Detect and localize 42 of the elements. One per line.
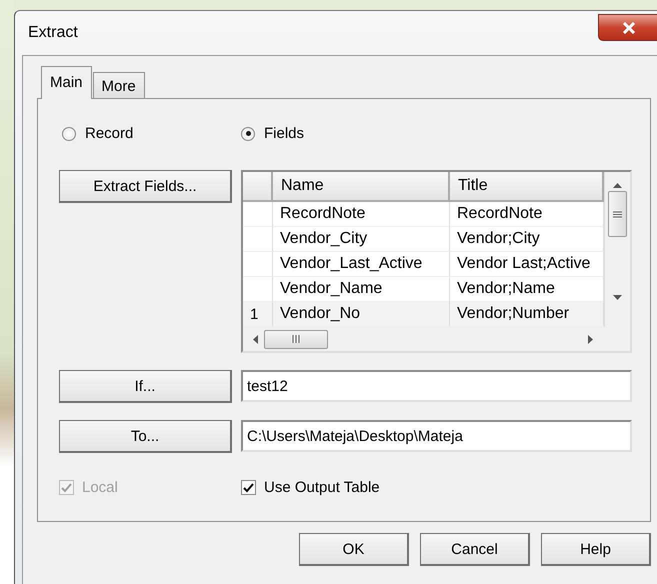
tab[interactable]: More xyxy=(92,72,145,98)
scroll-thumb[interactable] xyxy=(264,330,328,348)
up-arrow-icon[interactable] xyxy=(613,182,622,188)
checkbox-label: Use Output Table xyxy=(264,479,380,496)
down-arrow-icon[interactable] xyxy=(613,295,622,301)
column-header[interactable]: Name xyxy=(273,172,450,202)
table-cell: Vendor_Last_Active xyxy=(273,252,450,277)
radio-label: Fields xyxy=(264,125,304,142)
table-cell: Vendor;Number xyxy=(450,302,604,327)
vertical-scrollbar[interactable] xyxy=(604,172,630,327)
grip-icon xyxy=(292,335,300,343)
extract-fields-button[interactable]: Extract Fields... xyxy=(59,170,232,203)
dialog-button[interactable]: Help xyxy=(541,533,651,566)
right-arrow-icon[interactable] xyxy=(588,334,594,344)
if-button[interactable]: If... xyxy=(59,370,232,403)
radio-label: Record xyxy=(85,125,134,142)
table-cell: Vendor_Name xyxy=(273,277,450,302)
tab[interactable]: Main xyxy=(41,66,92,99)
table-cell: Vendor_No xyxy=(273,302,450,327)
checkbox-label: Local xyxy=(82,479,118,496)
dialog-button[interactable]: OK xyxy=(299,533,409,566)
scroll-thumb[interactable] xyxy=(608,191,627,237)
table-cell: Vendor;Name xyxy=(450,277,604,302)
radio-button[interactable] xyxy=(62,126,76,140)
row-header[interactable]: 1 xyxy=(243,302,273,327)
close-icon xyxy=(622,22,636,34)
table-cell: RecordNote xyxy=(273,202,450,227)
table-cell: Vendor;City xyxy=(450,227,604,252)
table-cell: Vendor Last;Active xyxy=(450,252,604,277)
to-button[interactable]: To... xyxy=(59,420,232,453)
output-path-field[interactable]: C:\Users\Mateja\Desktop\Mateja xyxy=(241,420,632,452)
horizontal-scrollbar[interactable] xyxy=(243,327,604,351)
radio-button[interactable] xyxy=(241,126,255,140)
dialog-button[interactable]: Cancel xyxy=(420,533,530,566)
left-arrow-icon[interactable] xyxy=(252,334,258,344)
close-button[interactable] xyxy=(598,14,657,41)
column-header[interactable]: Title xyxy=(450,172,604,202)
table-cell: RecordNote xyxy=(450,202,604,227)
window-title: Extract xyxy=(28,24,78,42)
table-cell: Vendor_City xyxy=(273,227,450,252)
condition-field[interactable]: test12 xyxy=(241,370,632,402)
grip-icon xyxy=(613,210,622,218)
